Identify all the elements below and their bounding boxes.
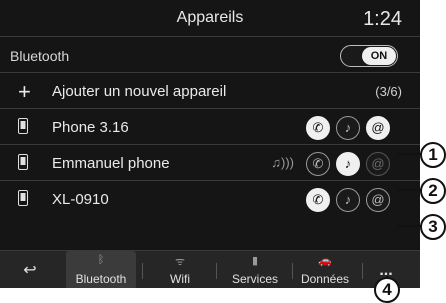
music-note-icon[interactable]: ♪: [336, 116, 360, 140]
callout-line: [398, 189, 422, 191]
back-arrow-icon: ↩: [23, 262, 37, 279]
device-count: (3/6): [375, 84, 402, 99]
clock: 1:24: [363, 8, 402, 30]
infotainment-screen: Appareils 1:24 Bluetooth ON + Ajouter un…: [0, 0, 420, 288]
phone-icon: [18, 154, 28, 170]
bluetooth-toggle[interactable]: ON: [340, 45, 398, 67]
back-button[interactable]: ↩: [10, 251, 50, 288]
bluetooth-label: Bluetooth: [10, 48, 70, 64]
bluetooth-icon: ᛒ: [97, 254, 105, 266]
tab-divider: [142, 263, 143, 279]
phone-call-icon[interactable]: ✆: [306, 188, 330, 212]
callout-1: 1: [420, 142, 446, 168]
callout-3: 3: [420, 214, 446, 240]
device-name: XL-0910: [52, 191, 109, 208]
callout-line: [398, 225, 422, 227]
car-data-icon: 🚗: [318, 255, 332, 267]
tab-divider: [216, 263, 217, 279]
at-sign-icon[interactable]: @: [366, 152, 390, 176]
tab-donnees[interactable]: 🚗 Données: [292, 251, 358, 288]
tab-services[interactable]: ▮ Services: [222, 251, 288, 288]
at-sign-icon[interactable]: @: [366, 188, 390, 212]
device-row[interactable]: Emmanuel phone ♫))) ✆ ♪ @: [0, 144, 420, 181]
tab-bluetooth[interactable]: ᛒ Bluetooth: [66, 251, 136, 288]
services-icon: ▮: [251, 255, 259, 267]
streaming-icon: ♫))): [271, 155, 294, 170]
phone-call-icon[interactable]: ✆: [306, 116, 330, 140]
tab-divider: [362, 263, 363, 279]
phone-icon: [18, 118, 28, 134]
bottom-tab-bar: ↩ ᛒ Bluetooth ᯤ Wifi ▮ Services 🚗 Donnée…: [0, 250, 420, 288]
plus-icon: +: [18, 79, 31, 104]
phone-call-icon[interactable]: ✆: [306, 152, 330, 176]
bluetooth-row: Bluetooth ON: [0, 36, 420, 73]
toggle-state: ON: [362, 47, 396, 65]
callout-line: [398, 153, 422, 155]
callout-4: 4: [374, 277, 400, 303]
top-bar: Appareils 1:24: [0, 0, 420, 36]
wifi-icon: ᯤ: [174, 256, 186, 268]
device-name: Phone 3.16: [52, 119, 129, 136]
add-device-row[interactable]: + Ajouter un nouvel appareil (3/6): [0, 72, 420, 109]
device-name: Emmanuel phone: [52, 155, 170, 172]
at-sign-icon[interactable]: @: [366, 116, 390, 140]
callout-2: 2: [420, 178, 446, 204]
page-title: Appareils: [176, 9, 244, 26]
music-note-icon[interactable]: ♪: [336, 188, 360, 212]
device-row[interactable]: Phone 3.16 ✆ ♪ @: [0, 108, 420, 145]
music-note-icon[interactable]: ♪: [336, 152, 360, 176]
add-device-label: Ajouter un nouvel appareil: [52, 83, 227, 100]
device-row[interactable]: XL-0910 ✆ ♪ @: [0, 180, 420, 217]
phone-icon: [18, 190, 28, 206]
tab-wifi[interactable]: ᯤ Wifi: [150, 251, 210, 288]
